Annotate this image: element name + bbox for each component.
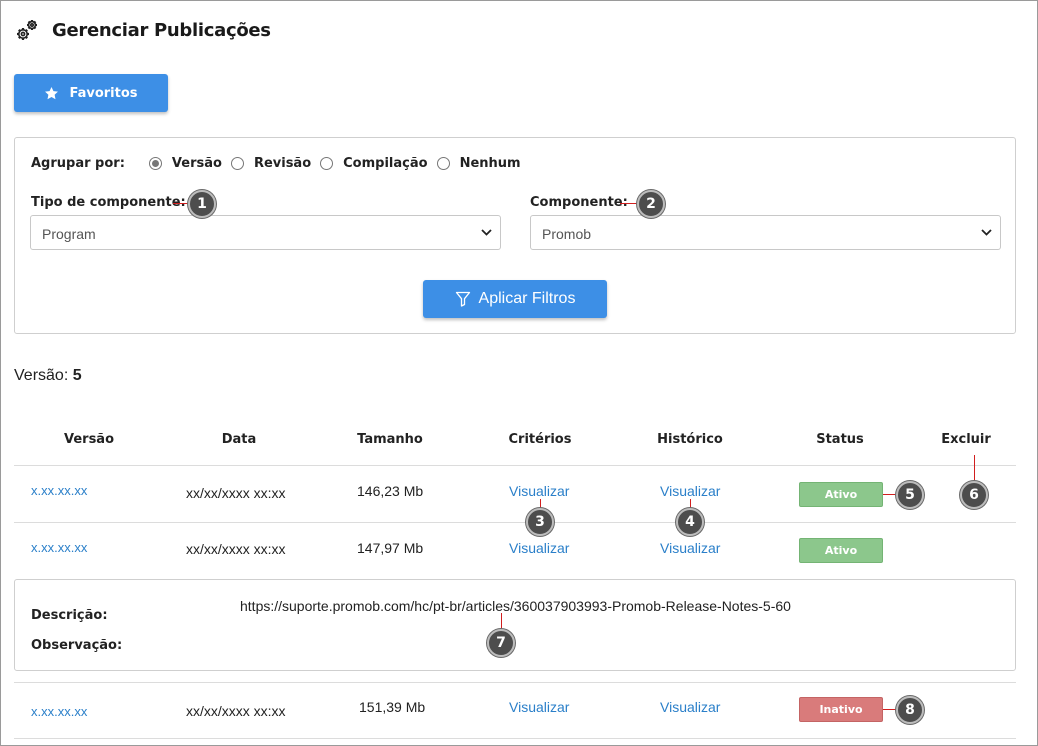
annotation-marker-2: 2 [637, 190, 665, 218]
annotation-marker-3: 3 [526, 508, 554, 536]
annotation-line [620, 203, 638, 204]
column-header-status: Status [816, 432, 864, 447]
divider [14, 738, 1016, 739]
column-header-history: Histórico [657, 432, 723, 447]
date-cell: xx/xx/xxxx xx:xx [186, 541, 286, 557]
status-badge: Ativo [799, 538, 883, 563]
annotation-marker-4: 4 [676, 508, 704, 536]
radio-button[interactable] [436, 157, 450, 170]
history-view-link[interactable]: Visualizar [660, 540, 720, 556]
radio-label: Revisão [253, 156, 312, 171]
status-badge: Inativo [799, 697, 883, 722]
date-cell: xx/xx/xxxx xx:xx [186, 485, 286, 501]
description-value: https://suporte.promob.com/hc/pt-br/arti… [240, 598, 791, 614]
criteria-view-link[interactable]: Visualizar [509, 699, 569, 715]
date-cell: xx/xx/xxxx xx:xx [186, 703, 286, 719]
column-header-date: Data [221, 432, 257, 447]
history-view-link[interactable]: Visualizar [660, 699, 720, 715]
annotation-line [974, 455, 975, 482]
favorites-button[interactable]: Favoritos [14, 74, 168, 112]
annotation-marker-8: 8 [896, 696, 924, 724]
version-link[interactable]: x.xx.xx.xx [31, 483, 87, 498]
observation-label: Observação: [31, 638, 123, 653]
radio-button[interactable] [148, 157, 162, 170]
chevron-down-icon [981, 229, 992, 236]
criteria-view-link[interactable]: Visualizar [509, 540, 569, 556]
column-header-criteria: Critérios [508, 432, 572, 447]
column-header-size: Tamanho [357, 432, 423, 447]
annotation-line [883, 494, 897, 495]
version-link[interactable]: x.xx.xx.xx [31, 540, 87, 555]
annotation-marker-7: 7 [487, 629, 515, 657]
star-icon [45, 86, 59, 99]
version-count-label: Versão: [14, 367, 69, 384]
page-header: Gerenciar Publicações [14, 17, 271, 43]
column-header-version: Versão [63, 432, 115, 447]
apply-filters-button[interactable]: Aplicar Filtros [423, 280, 607, 318]
group-by-label: Agrupar por: [31, 156, 125, 171]
radio-label: Nenhum [459, 156, 521, 171]
filter-icon [455, 291, 470, 307]
radio-group-revision[interactable]: Revisão [230, 156, 312, 171]
criteria-view-link[interactable]: Visualizar [509, 483, 569, 499]
annotation-marker-5: 5 [896, 481, 924, 509]
page-title: Gerenciar Publicações [52, 19, 271, 41]
filters-panel: Agrupar por: Versão Revisão Compilação N… [14, 137, 1016, 334]
details-panel: Descrição: Observação: https://suporte.p… [14, 579, 1016, 671]
radio-label: Versão [171, 156, 222, 171]
history-view-link[interactable]: Visualizar [660, 483, 720, 499]
version-count: Versão: 5 [14, 367, 82, 385]
divider [14, 465, 1016, 466]
radio-button[interactable] [230, 157, 244, 170]
version-link[interactable]: x.xx.xx.xx [31, 704, 87, 719]
component-type-value: Program [42, 226, 96, 242]
annotation-line [883, 709, 897, 710]
divider [14, 522, 1016, 523]
version-count-value: 5 [72, 367, 82, 384]
component-type-select[interactable]: Program [30, 215, 501, 250]
annotation-line [501, 613, 502, 630]
radio-group-build[interactable]: Compilação [320, 156, 428, 171]
radio-label: Compilação [343, 156, 428, 171]
gears-icon [17, 20, 37, 40]
size-cell: 151,39 Mb [359, 699, 426, 715]
annotation-line [173, 203, 189, 204]
radio-button[interactable] [320, 157, 334, 170]
component-type-label: Tipo de componente: [31, 195, 186, 210]
annotation-marker-1: 1 [188, 190, 216, 218]
divider [14, 682, 1016, 683]
group-by-selector: Agrupar por: Versão Revisão Compilação N… [31, 156, 530, 171]
size-cell: 147,97 Mb [357, 540, 424, 556]
annotation-marker-6: 6 [960, 481, 988, 509]
status-badge: Ativo [799, 482, 883, 507]
favorites-label: Favoritos [69, 85, 138, 101]
chevron-down-icon [481, 229, 492, 236]
radio-group-none[interactable]: Nenhum [436, 156, 521, 171]
component-value: Promob [542, 226, 592, 242]
description-label: Descrição: [31, 608, 108, 623]
size-cell: 146,23 Mb [357, 483, 424, 499]
column-header-delete: Excluir [941, 432, 991, 447]
component-select[interactable]: Promob [530, 215, 1001, 250]
radio-group-version[interactable]: Versão [148, 156, 222, 171]
component-label: Componente: [530, 195, 628, 210]
apply-filters-label: Aplicar Filtros [478, 290, 576, 307]
